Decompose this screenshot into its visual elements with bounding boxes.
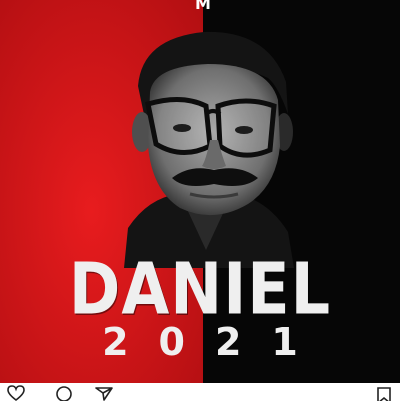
comment-icon[interactable] (54, 385, 74, 401)
portrait (124, 31, 294, 268)
name-headline: DANIEL (68, 247, 332, 331)
top-letter: M (195, 0, 211, 13)
year-headline: 2021 (102, 320, 328, 364)
bookmark-icon[interactable] (374, 385, 394, 401)
share-icon[interactable] (94, 385, 114, 401)
heart-icon[interactable] (6, 385, 26, 401)
post-image: M DANIEL 2021 (0, 0, 400, 383)
post-action-bar (0, 383, 400, 401)
